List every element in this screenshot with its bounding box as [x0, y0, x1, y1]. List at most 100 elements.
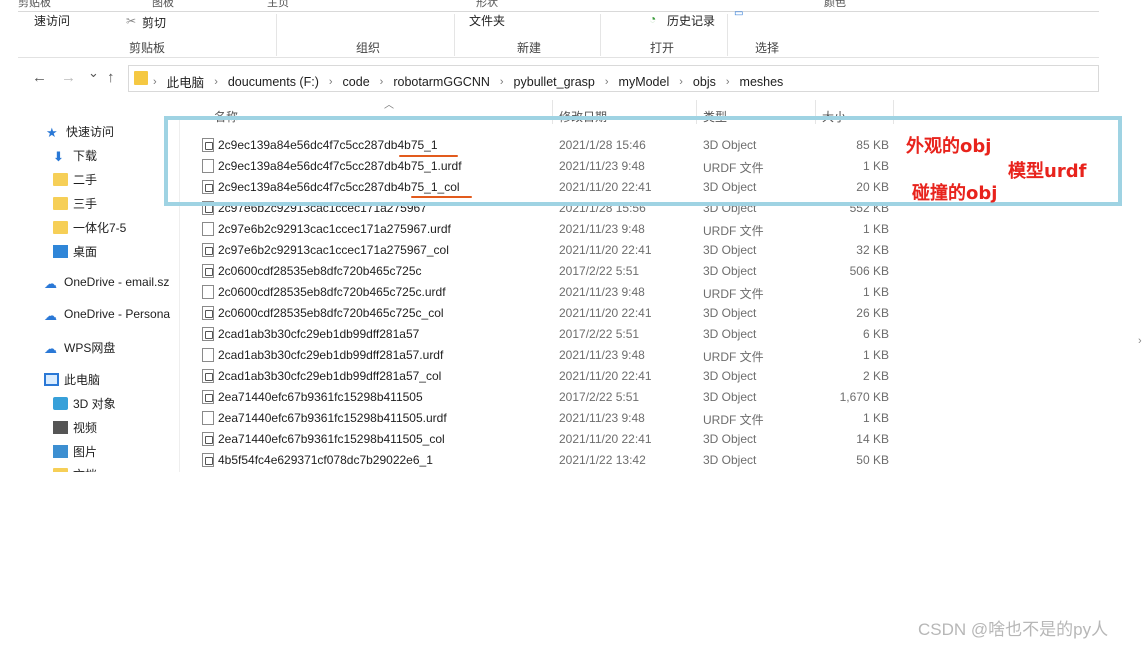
urdf-file-icon [202, 411, 214, 425]
file-name: 2ea71440efc67b9361fc15298b411505 [218, 390, 423, 404]
sidebar-item[interactable]: ☁ OneDrive - email.sz [44, 275, 170, 291]
file-row[interactable]: 2c0600cdf28535eb8dfc720b465c725c 2017/2/2… [194, 260, 1099, 281]
history-button[interactable]: 历史记录 [667, 12, 715, 29]
breadcrumb-separator-icon[interactable]: › [214, 76, 218, 88]
quick-access-button[interactable]: 速访问 [34, 12, 70, 29]
sidebar-item[interactable]: ⬇ 下载 [53, 147, 97, 164]
breadcrumb-separator-icon[interactable]: › [605, 76, 609, 88]
ribbon-separator [276, 14, 277, 56]
file-row[interactable]: 2c0600cdf28535eb8dfc720b465c725c_col 2021… [194, 302, 1099, 323]
file-row[interactable]: 2ea71440efc67b9361fc15298b411505_col 2021… [194, 428, 1099, 449]
file-type: 3D Object [703, 327, 757, 341]
3d-object-file-icon [202, 453, 214, 467]
breadcrumb-separator-icon[interactable]: › [500, 76, 504, 88]
file-row[interactable]: 2cad1ab3b30cfc29eb1db99dff281a57_col 2021… [194, 365, 1099, 386]
annotation-model-urdf: 模型urdf [1008, 161, 1087, 182]
breadcrumb-separator-icon[interactable]: › [726, 76, 730, 88]
sidebar-item-label: 3D 对象 [73, 397, 116, 411]
desktop-icon [53, 245, 68, 258]
file-row[interactable]: 2c97e6b2c92913cac1ccec171a275967_col 2021… [194, 239, 1099, 260]
sidebar-item[interactable]: ★ 快速访问 [46, 123, 114, 140]
file-type: 3D Object [703, 390, 757, 404]
file-row[interactable]: 2cad1ab3b30cfc29eb1db99dff281a57 2017/2/2… [194, 323, 1099, 344]
sidebar-item-label: 文档 [73, 466, 97, 472]
3d-object-file-icon [202, 432, 214, 446]
file-size: 1,670 KB [839, 390, 889, 404]
sidebar-item[interactable]: 桌面 [53, 243, 97, 260]
sidebar-item[interactable]: 3D 对象 [53, 395, 116, 412]
folder-button[interactable]: 文件夹 [469, 12, 505, 29]
breadcrumb-separator-icon[interactable]: › [153, 76, 157, 88]
file-row[interactable]: 4b5f54fc4e629371cf078dc7b29022e6_1 2021/1… [194, 449, 1099, 470]
ribbon-separator [727, 14, 728, 56]
breadcrumb-segment[interactable]: myModel [619, 75, 670, 89]
file-name: 2cad1ab3b30cfc29eb1db99dff281a57.urdf [218, 348, 444, 362]
sidebar-item[interactable]: ☁ WPS网盘 [44, 339, 115, 356]
sidebar-item-label: 快速访问 [66, 125, 115, 139]
sidebar-item[interactable]: 此电脑 [44, 371, 100, 388]
file-size: 1 KB [862, 285, 889, 299]
cut-button[interactable]: 剪切 [142, 14, 166, 31]
back-arrow-icon[interactable]: ← [32, 69, 47, 86]
image-icon [53, 445, 68, 458]
ribbon-top-label: 剪贴板 [18, 0, 51, 9]
sidebar-item[interactable]: 文档 [53, 466, 97, 472]
download-icon: ⬇ [53, 149, 64, 164]
breadcrumb-segment[interactable]: objs [693, 75, 716, 89]
breadcrumb-segment[interactable]: pybullet_grasp [514, 75, 595, 89]
file-size: 6 KB [862, 327, 889, 341]
file-size: 50 KB [856, 453, 889, 467]
sidebar-item-label: OneDrive - email.sz [64, 275, 170, 289]
sidebar-item[interactable]: 视频 [53, 419, 97, 436]
breadcrumb-segment[interactable]: robotarmGGCNN [393, 75, 490, 89]
breadcrumb-separator-icon[interactable]: › [329, 76, 333, 88]
sort-ascending-icon: ︿ [384, 100, 394, 111]
address-bar[interactable]: › 此电脑 › doucuments (F:) › code › robotarmGGCNN ›… [128, 65, 1099, 92]
file-row[interactable]: 2ea71440efc67b9361fc15298b411505 2017/2/2… [194, 386, 1099, 407]
3d-object-file-icon [202, 306, 214, 320]
document-icon [53, 468, 68, 472]
ribbon: 速访问 ✂ 剪切 文件夹 ◔ 历史记录 ▭ 剪贴板 组织 新建 打开 选择 [18, 8, 1099, 58]
breadcrumb-segment[interactable]: 此电脑 [167, 72, 205, 91]
annotation-appearance-obj: 外观的obj [906, 136, 992, 157]
sidebar-item-label: WPS网盘 [64, 341, 116, 355]
urdf-file-icon [202, 222, 214, 236]
sidebar-item[interactable]: 三手 [53, 195, 97, 212]
file-size: 1 KB [862, 411, 889, 425]
folder-icon [53, 173, 68, 186]
breadcrumb-segment[interactable]: code [343, 75, 370, 89]
file-row[interactable]: 2ea71440efc67b9361fc15298b411505.urdf 202… [194, 407, 1099, 428]
folder-icon [53, 197, 68, 210]
breadcrumb-separator-icon[interactable]: › [380, 76, 384, 88]
navigation-bar: ← → ⌄ ↑ › 此电脑 › doucuments (F:) › code › robota… [18, 62, 1099, 94]
file-type: 3D Object [703, 306, 757, 320]
file-name: 2c97e6b2c92913cac1ccec171a275967.urdf [218, 222, 451, 236]
sidebar-item-label: 此电脑 [64, 373, 101, 387]
sidebar-item[interactable]: 二手 [53, 171, 97, 188]
sidebar-item-label: 三手 [73, 197, 98, 211]
file-name: 2c0600cdf28535eb8dfc720b465c725c_col [218, 306, 444, 320]
sidebar-item[interactable]: 图片 [53, 443, 97, 460]
up-arrow-icon[interactable]: ↑ [107, 69, 115, 86]
file-row[interactable]: 2c0600cdf28535eb8dfc720b465c725c.urdf 202… [194, 281, 1099, 302]
file-name: 2c97e6b2c92913cac1ccec171a275967_col [218, 243, 449, 257]
recent-locations-icon[interactable]: ⌄ [88, 65, 99, 81]
new-group-label: 新建 [517, 41, 542, 55]
sidebar-item[interactable]: ☁ OneDrive - Persona [44, 307, 170, 323]
breadcrumb-segment[interactable]: meshes [740, 75, 784, 89]
file-row[interactable]: 2c97e6b2c92913cac1ccec171a275967.urdf 202… [194, 218, 1099, 239]
cloud-icon: ☁ [44, 307, 57, 323]
scissors-icon: ✂ [126, 14, 137, 28]
breadcrumb-separator-icon[interactable]: › [679, 76, 683, 88]
ribbon-top-label: 颜色 [824, 0, 846, 9]
file-type: 3D Object [703, 243, 757, 257]
sidebar-item-label: 视频 [73, 421, 98, 435]
file-name: 4b5f54fc4e629371cf078dc7b29022e6_1 [218, 453, 433, 467]
breadcrumb-segment[interactable]: doucuments (F:) [228, 75, 319, 89]
sidebar-item[interactable]: 一体化7-5 [53, 219, 126, 236]
ribbon-top-label: 形状 [476, 0, 498, 9]
forward-arrow-icon[interactable]: → [61, 69, 76, 86]
cloud-icon: ☁ [44, 275, 57, 291]
file-row[interactable]: 2cad1ab3b30cfc29eb1db99dff281a57.urdf 202… [194, 344, 1099, 365]
file-date: 2017/2/22 5:51 [559, 327, 640, 341]
